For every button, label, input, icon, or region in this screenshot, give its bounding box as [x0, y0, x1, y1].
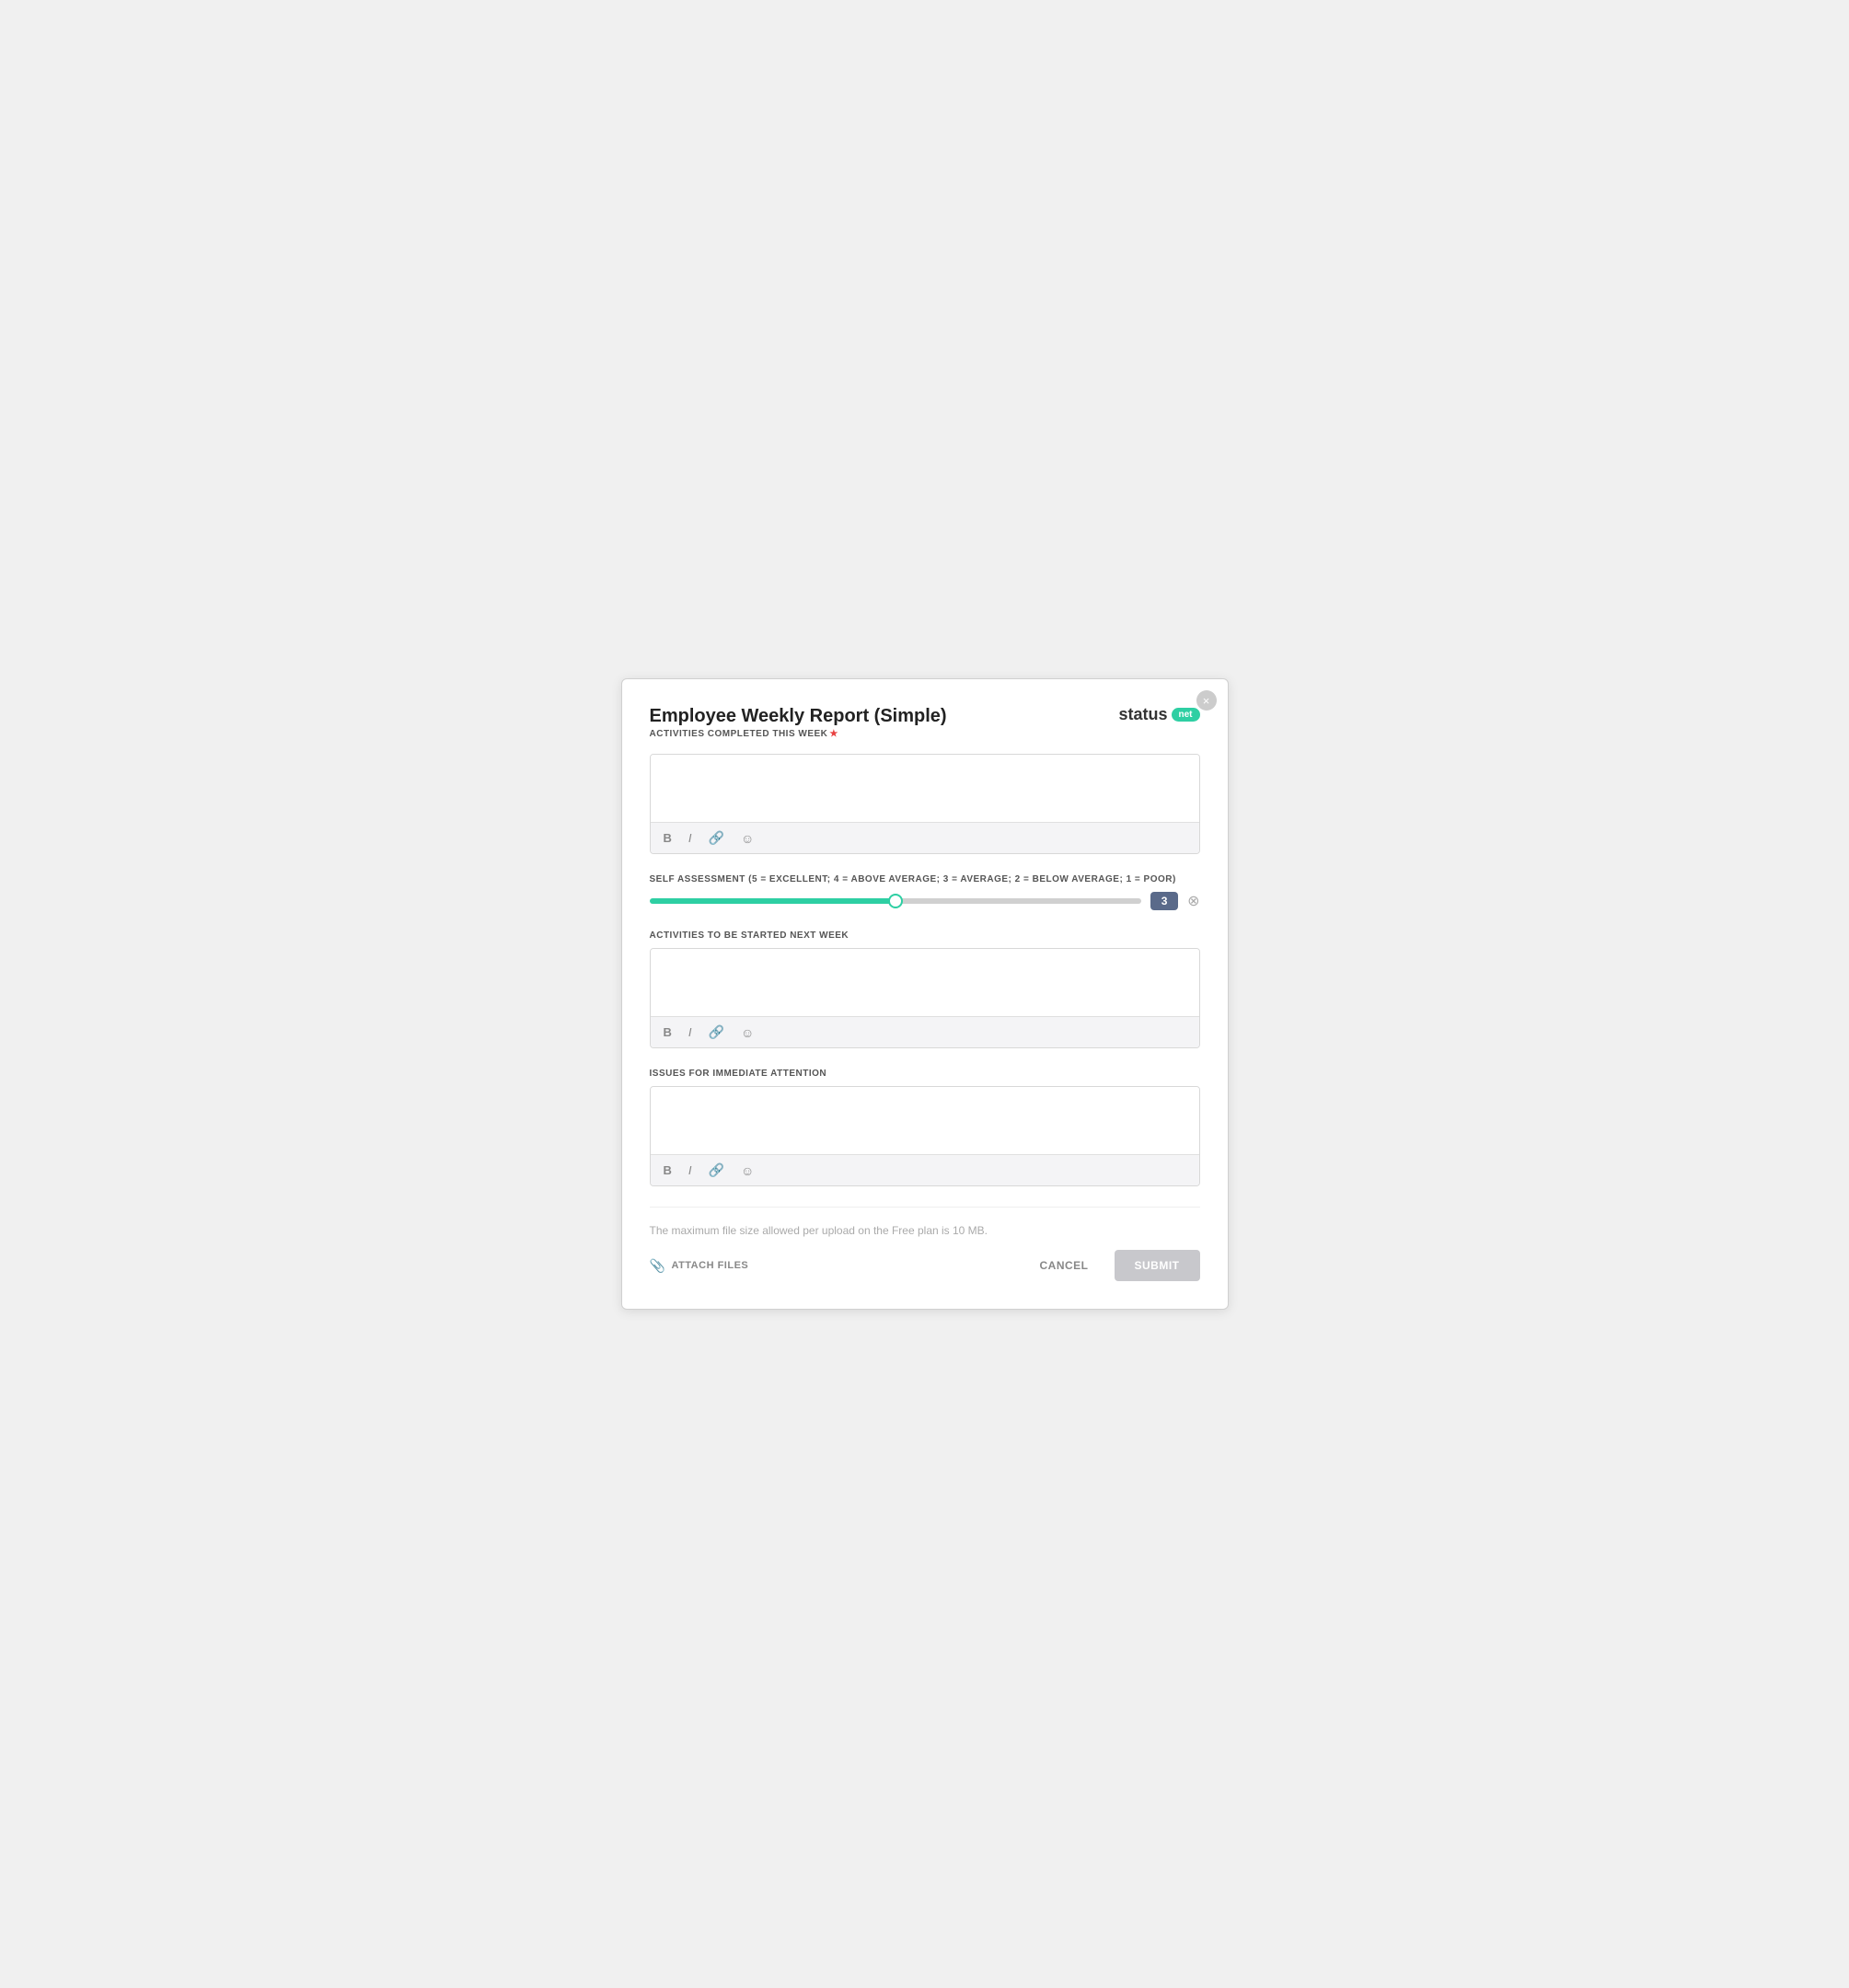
bold-button-1[interactable]: B: [660, 829, 676, 847]
activities-completed-editor: B I 🔗 ☺: [650, 754, 1200, 854]
activities-next-week-input[interactable]: [651, 949, 1199, 1011]
emoji-button-2[interactable]: ☺: [737, 1023, 757, 1042]
bold-button-3[interactable]: B: [660, 1162, 676, 1179]
attach-files-label: ATTACH FILES: [671, 1260, 748, 1271]
activities-completed-toolbar: B I 🔗 ☺: [651, 822, 1199, 853]
action-buttons: CANCEL SUBMIT: [1029, 1250, 1200, 1281]
subtitle-text: ACTIVITIES COMPLETED THIS WEEK: [650, 729, 828, 739]
issues-label: ISSUES FOR IMMEDIATE ATTENTION: [650, 1069, 1200, 1079]
activities-completed-section: B I 🔗 ☺: [650, 754, 1200, 854]
modal-title: Employee Weekly Report (Simple): [650, 705, 947, 727]
slider-container: 3 ⊗: [650, 892, 1200, 910]
issues-input[interactable]: [651, 1087, 1199, 1150]
paperclip-icon: 📎: [650, 1258, 666, 1274]
file-info-text: The maximum file size allowed per upload…: [650, 1224, 1200, 1237]
issues-section: ISSUES FOR IMMEDIATE ATTENTION B I 🔗 ☺: [650, 1069, 1200, 1186]
activities-next-week-editor: B I 🔗 ☺: [650, 948, 1200, 1048]
activities-next-week-section: ACTIVITIES TO BE STARTED NEXT WEEK B I 🔗…: [650, 930, 1200, 1048]
issues-toolbar: B I 🔗 ☺: [651, 1154, 1199, 1185]
activities-next-week-toolbar: B I 🔗 ☺: [651, 1016, 1199, 1047]
cancel-button[interactable]: CANCEL: [1029, 1252, 1100, 1279]
modal-header: Employee Weekly Report (Simple) ACTIVITI…: [650, 705, 1200, 739]
page-wrapper: × Employee Weekly Report (Simple) ACTIVI…: [0, 0, 1849, 1988]
attach-files-button[interactable]: 📎 ATTACH FILES: [650, 1253, 749, 1279]
brand-badge: net: [1172, 708, 1200, 722]
link-button-1[interactable]: 🔗: [705, 828, 728, 848]
emoji-button-1[interactable]: ☺: [737, 829, 757, 848]
footer-actions: 📎 ATTACH FILES CANCEL SUBMIT: [650, 1250, 1200, 1281]
submit-button[interactable]: SUBMIT: [1115, 1250, 1200, 1281]
emoji-button-3[interactable]: ☺: [737, 1162, 757, 1180]
italic-button-3[interactable]: I: [685, 1162, 696, 1179]
close-button[interactable]: ×: [1196, 690, 1217, 711]
slider-value-badge: 3: [1150, 892, 1178, 910]
footer-divider: [650, 1207, 1200, 1208]
activities-completed-input[interactable]: [651, 755, 1199, 817]
italic-button-1[interactable]: I: [685, 829, 696, 847]
brand-logo: status net: [1118, 705, 1199, 724]
activities-next-week-label: ACTIVITIES TO BE STARTED NEXT WEEK: [650, 930, 1200, 941]
self-assessment-label: SELF ASSESSMENT (5 = EXCELLENT; 4 = ABOV…: [650, 874, 1200, 884]
bold-button-2[interactable]: B: [660, 1023, 676, 1041]
issues-editor: B I 🔗 ☺: [650, 1086, 1200, 1186]
self-assessment-section: SELF ASSESSMENT (5 = EXCELLENT; 4 = ABOV…: [650, 874, 1200, 910]
brand-text: status: [1118, 705, 1167, 724]
italic-button-2[interactable]: I: [685, 1023, 696, 1041]
modal-title-block: Employee Weekly Report (Simple) ACTIVITI…: [650, 705, 947, 739]
required-star: ★: [829, 729, 838, 739]
link-button-2[interactable]: 🔗: [705, 1023, 728, 1042]
link-button-3[interactable]: 🔗: [705, 1161, 728, 1180]
modal-subtitle: ACTIVITIES COMPLETED THIS WEEK★: [650, 729, 947, 739]
modal-dialog: × Employee Weekly Report (Simple) ACTIVI…: [621, 678, 1229, 1310]
self-assessment-slider[interactable]: [650, 898, 1142, 904]
footer-section: The maximum file size allowed per upload…: [650, 1224, 1200, 1281]
slider-clear-button[interactable]: ⊗: [1187, 892, 1199, 910]
